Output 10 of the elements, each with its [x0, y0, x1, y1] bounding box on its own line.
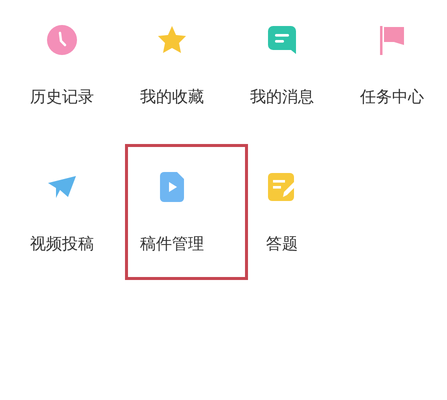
clock-icon [46, 24, 78, 56]
message-icon [266, 24, 298, 56]
menu-item-label[interactable]: 视频投稿 [30, 234, 94, 254]
menu-item-label[interactable]: 历史记录 [30, 87, 94, 107]
menu-item-label[interactable]: 任务中心 [360, 87, 424, 107]
menu-item-label[interactable]: 稿件管理 [140, 234, 204, 254]
menu-item-label[interactable]: 我的收藏 [140, 87, 204, 107]
menu-item-label[interactable]: 我的消息 [250, 87, 314, 107]
menu-item-label[interactable]: 答题 [266, 234, 298, 254]
star-icon [156, 24, 188, 56]
